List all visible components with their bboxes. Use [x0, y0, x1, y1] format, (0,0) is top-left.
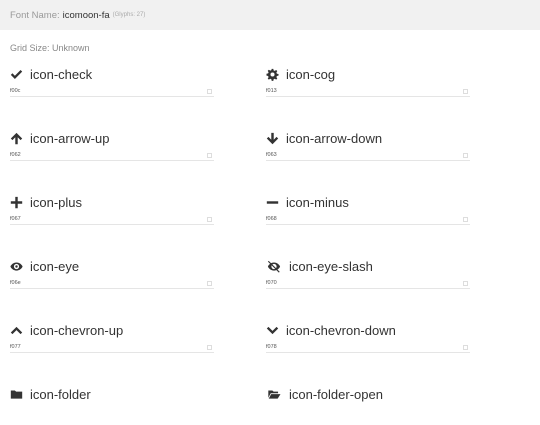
font-name-label: Font Name: — [10, 9, 60, 21]
glyph-name: icon-chevron-down — [286, 322, 396, 338]
glyph-name: icon-folder-open — [289, 386, 383, 402]
glyph-tile[interactable]: icon-arrow-up f062 — [10, 129, 214, 169]
copy-marker — [463, 280, 468, 286]
copy-marker — [463, 152, 468, 158]
arrow-up-icon — [10, 132, 23, 145]
check-icon — [10, 68, 23, 81]
arrow-down-icon — [266, 132, 279, 145]
glyph-name: icon-plus — [30, 194, 83, 210]
copy-marker — [207, 88, 212, 94]
plus-icon — [10, 196, 23, 209]
copy-marker — [207, 152, 212, 158]
glyph-code-field[interactable]: f063 — [266, 150, 470, 161]
glyph-code: f063 — [266, 152, 277, 158]
glyph-name: icon-eye — [30, 258, 80, 274]
copy-marker — [463, 344, 468, 350]
copy-marker — [207, 216, 212, 222]
glyph-tile[interactable]: icon-eye f06e — [10, 257, 214, 297]
copy-marker — [463, 216, 468, 222]
glyph-code-field[interactable]: f013 — [266, 86, 470, 97]
copy-marker — [207, 344, 212, 350]
glyph-code: f068 — [266, 216, 277, 222]
glyph-code: f067 — [10, 216, 21, 222]
copy-marker — [463, 88, 468, 94]
glyph-tile[interactable]: icon-chevron-down f078 — [266, 321, 470, 361]
chevron-down-icon — [266, 324, 279, 337]
glyph-code-field[interactable]: f078 — [266, 342, 470, 353]
glyph-code: f077 — [10, 344, 21, 350]
folder-icon — [10, 388, 23, 401]
copy-marker — [207, 280, 212, 286]
glyph-code: f070 — [266, 280, 277, 286]
cog-icon — [266, 68, 279, 81]
minus-icon — [266, 196, 279, 209]
glyph-code-field[interactable]: f06e — [10, 278, 214, 289]
folder-open-icon — [266, 388, 282, 401]
glyph-code: f00c — [10, 88, 21, 94]
glyph-code-field[interactable]: f062 — [10, 150, 214, 161]
glyph-tile[interactable]: icon-eye-slash f070 — [266, 257, 470, 297]
glyph-code-field[interactable]: f077 — [10, 342, 214, 353]
font-name-value: icomoon-fa — [62, 9, 110, 21]
eye-slash-icon — [266, 260, 282, 273]
glyph-code-field[interactable]: f068 — [266, 214, 470, 225]
glyph-tile[interactable]: icon-chevron-up f077 — [10, 321, 214, 361]
glyph-tile[interactable]: icon-folder-open — [266, 385, 470, 425]
glyph-code-field[interactable]: f00c — [10, 86, 214, 97]
glyph-tile[interactable]: icon-folder — [10, 385, 214, 425]
font-info-header: Font Name: icomoon-fa (Glyphs: 27) — [0, 0, 540, 30]
glyph-name: icon-check — [30, 66, 93, 82]
glyph-name: icon-eye-slash — [289, 258, 373, 274]
glyph-name: icon-minus — [286, 194, 349, 210]
glyph-tile[interactable]: icon-minus f068 — [266, 193, 470, 233]
glyph-name: icon-chevron-up — [30, 322, 124, 338]
eye-icon — [10, 260, 23, 273]
glyph-code: f078 — [266, 344, 277, 350]
glyph-name: icon-folder — [30, 386, 91, 402]
glyph-code-field[interactable]: f067 — [10, 214, 214, 225]
glyph-count: (Glyphs: 27) — [112, 12, 146, 18]
glyph-tile[interactable]: icon-check f00c — [10, 65, 214, 105]
glyph-tile[interactable]: icon-plus f067 — [10, 193, 214, 233]
glyph-code: f062 — [10, 152, 21, 158]
glyph-name: icon-cog — [286, 66, 336, 82]
grid-size-label: Grid Size: Unknown — [10, 43, 90, 53]
glyph-name: icon-arrow-down — [286, 130, 383, 146]
glyph-name: icon-arrow-up — [30, 130, 110, 146]
glyph-tile[interactable]: icon-cog f013 — [266, 65, 470, 105]
glyph-code-field[interactable]: f070 — [266, 278, 470, 289]
glyph-tile[interactable]: icon-arrow-down f063 — [266, 129, 470, 169]
chevron-up-icon — [10, 324, 23, 337]
glyph-code: f013 — [266, 88, 277, 94]
glyph-code: f06e — [10, 280, 21, 286]
